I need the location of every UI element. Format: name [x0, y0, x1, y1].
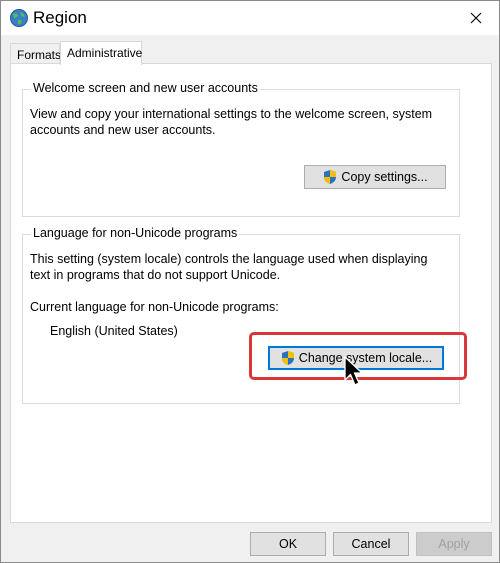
close-icon	[470, 12, 482, 24]
group-title: Welcome screen and new user accounts	[31, 81, 260, 95]
globe-icon	[10, 9, 28, 27]
button-label: OK	[278, 537, 298, 551]
welcome-description-line2: accounts and new user accounts.	[30, 123, 216, 137]
uac-shield-icon	[324, 170, 337, 184]
button-label: Copy settings...	[341, 170, 428, 184]
administrative-panel: Welcome screen and new user accounts Vie…	[10, 63, 492, 523]
ok-button[interactable]: OK	[250, 532, 326, 556]
tab-label: Formats	[17, 48, 62, 62]
locale-description-line2: text in programs that do not support Uni…	[30, 268, 281, 282]
cancel-button[interactable]: Cancel	[333, 532, 409, 556]
welcome-screen-group: Welcome screen and new user accounts Vie…	[22, 81, 460, 217]
region-dialog: Region Formats Administrative Welcome sc…	[0, 0, 500, 563]
close-button[interactable]	[453, 1, 499, 35]
button-label: Cancel	[351, 537, 391, 551]
title-bar: Region	[1, 1, 499, 35]
apply-button[interactable]: Apply	[416, 532, 492, 556]
locale-description-line1: This setting (system locale) controls th…	[30, 252, 428, 266]
tab-administrative[interactable]: Administrative	[60, 41, 142, 65]
welcome-description-line1: View and copy your international setting…	[30, 107, 433, 121]
tab-formats[interactable]: Formats	[10, 43, 62, 64]
window-title: Region	[33, 8, 87, 27]
current-language-label: Current language for non-Unicode program…	[30, 300, 279, 314]
copy-settings-button[interactable]: Copy settings...	[304, 165, 446, 189]
current-language-value: English (United States)	[50, 324, 178, 338]
button-label: Apply	[438, 537, 470, 551]
group-title: Language for non-Unicode programs	[31, 226, 240, 240]
dialog-footer: OK Cancel Apply	[1, 523, 499, 563]
mouse-pointer-icon	[344, 356, 363, 386]
tab-label: Administrative	[67, 46, 143, 60]
